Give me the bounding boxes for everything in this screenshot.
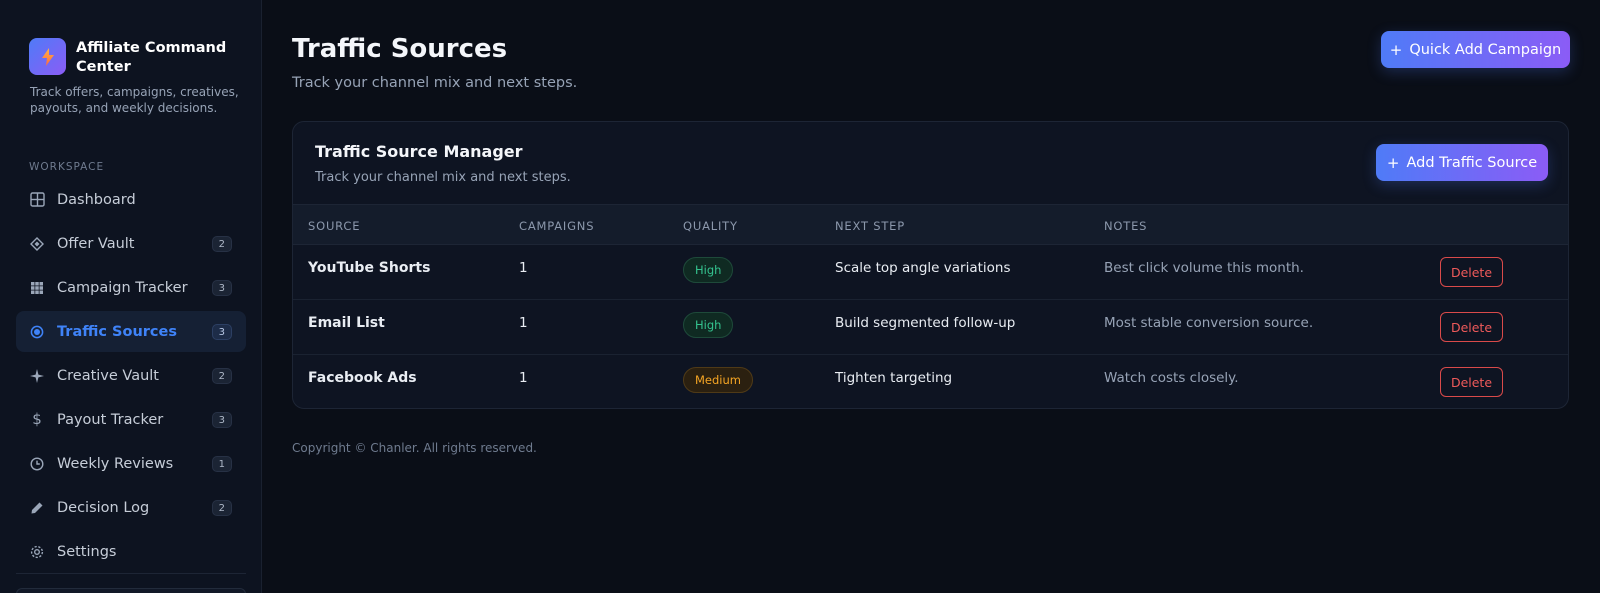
sidebar-divider (16, 573, 246, 574)
grid-icon (29, 192, 45, 208)
page-title: Traffic Sources (292, 34, 508, 64)
sidebar-item-campaign-tracker[interactable]: Campaign Tracker 3 (16, 267, 246, 308)
sidebar-item-dashboard[interactable]: Dashboard (16, 179, 246, 220)
main-content: Traffic Sources Track your channel mix a… (262, 0, 1600, 593)
campaign-count: 1 (519, 315, 528, 331)
clock-icon (29, 456, 45, 472)
notes: Watch costs closely. (1104, 370, 1239, 386)
source-name: Facebook Ads (308, 370, 417, 386)
sidebar-item-label: Traffic Sources (57, 323, 177, 340)
campaign-count: 1 (519, 370, 528, 386)
sidebar-item-label: Dashboard (57, 191, 136, 208)
next-step: Scale top angle variations (835, 260, 1011, 276)
sidebar-item-traffic-sources[interactable]: Traffic Sources 3 (16, 311, 246, 352)
button-label: Add Traffic Source (1406, 154, 1538, 171)
add-traffic-source-button[interactable]: + Add Traffic Source (1376, 144, 1548, 181)
count-badge: 3 (211, 412, 232, 428)
plus-icon: + (1386, 153, 1400, 172)
sidebar-item-payout-tracker[interactable]: $ Payout Tracker 3 (16, 399, 246, 440)
sidebar-item-label: Decision Log (57, 499, 150, 516)
source-name: YouTube Shorts (308, 260, 431, 276)
table-header: SOURCE CAMPAIGNS QUALITY NEXT STEP NOTES (293, 204, 1568, 245)
button-label: Quick Add Campaign (1409, 41, 1562, 58)
brand-description: Track offers, campaigns, creatives, payo… (30, 85, 239, 115)
plus-icon: + (1389, 40, 1403, 59)
next-step: Tighten targeting (835, 370, 953, 386)
delete-button[interactable]: Delete (1440, 367, 1503, 397)
delete-button[interactable]: Delete (1440, 312, 1503, 342)
count-badge: 3 (211, 324, 232, 340)
sidebar-item-settings[interactable]: Settings (16, 531, 246, 572)
notes: Best click volume this month. (1104, 260, 1304, 276)
column-header-quality[interactable]: QUALITY (683, 219, 738, 233)
pen-icon (29, 500, 45, 516)
page-subtitle: Track your channel mix and next steps. (292, 75, 578, 91)
target-icon (29, 324, 45, 340)
card-title: Traffic Source Manager (315, 142, 523, 161)
campaign-count: 1 (519, 260, 528, 276)
sidebar: Affiliate Command Center Track offers, c… (0, 0, 262, 593)
table-row: Facebook Ads 1 Medium Tighten targeting … (293, 355, 1568, 408)
column-header-notes[interactable]: NOTES (1104, 219, 1147, 233)
delete-button[interactable]: Delete (1440, 257, 1503, 287)
card-subtitle: Track your channel mix and next steps. (315, 170, 571, 185)
quality-badge: High (683, 312, 734, 338)
count-badge: 2 (211, 236, 232, 252)
nav-section-label: WORKSPACE (29, 161, 105, 173)
sidebar-item-label: Payout Tracker (57, 411, 164, 428)
sidebar-item-offer-vault[interactable]: Offer Vault 2 (16, 223, 246, 264)
quality-badge: Medium (683, 367, 753, 393)
count-badge: 2 (211, 500, 232, 516)
sidebar-item-weekly-reviews[interactable]: Weekly Reviews 1 (16, 443, 246, 484)
traffic-sources-table: SOURCE CAMPAIGNS QUALITY NEXT STEP NOTES… (293, 204, 1568, 408)
diamond-icon (29, 236, 45, 252)
gear-icon (29, 544, 45, 560)
sidebar-nav: Dashboard Offer Vault 2 Campaign Tracker… (16, 179, 246, 575)
column-header-campaigns[interactable]: CAMPAIGNS (519, 219, 594, 233)
count-badge: 1 (211, 456, 232, 472)
sidebar-item-decision-log[interactable]: Decision Log 2 (16, 487, 246, 528)
brand-title: Affiliate Command Center (76, 40, 227, 75)
quality-badge: High (683, 257, 734, 283)
sidebar-item-label: Settings (57, 543, 117, 560)
column-header-source[interactable]: SOURCE (308, 219, 360, 233)
sidebar-item-label: Campaign Tracker (57, 279, 188, 296)
traffic-source-manager-card: Traffic Source Manager Track your channe… (292, 121, 1569, 409)
sidebar-item-label: Weekly Reviews (57, 455, 174, 472)
source-name: Email List (308, 315, 385, 331)
count-badge: 2 (211, 368, 232, 384)
sidebar-item-label: Creative Vault (57, 367, 159, 384)
notes: Most stable conversion source. (1104, 315, 1314, 331)
sidebar-footer-card (16, 588, 246, 593)
table-icon (29, 280, 45, 296)
bolt-icon (29, 38, 66, 75)
column-header-next-step[interactable]: NEXT STEP (835, 219, 905, 233)
count-badge: 3 (211, 280, 232, 296)
quick-add-campaign-button[interactable]: + Quick Add Campaign (1381, 31, 1570, 68)
table-row: Email List 1 High Build segmented follow… (293, 300, 1568, 355)
sidebar-item-creative-vault[interactable]: Creative Vault 2 (16, 355, 246, 396)
sidebar-item-label: Offer Vault (57, 235, 135, 252)
sparkle-icon (29, 368, 45, 384)
copyright-text: Copyright © Chanler. All rights reserved… (292, 441, 537, 455)
table-row: YouTube Shorts 1 High Scale top angle va… (293, 245, 1568, 300)
dollar-icon: $ (32, 410, 42, 428)
next-step: Build segmented follow-up (835, 315, 1016, 331)
